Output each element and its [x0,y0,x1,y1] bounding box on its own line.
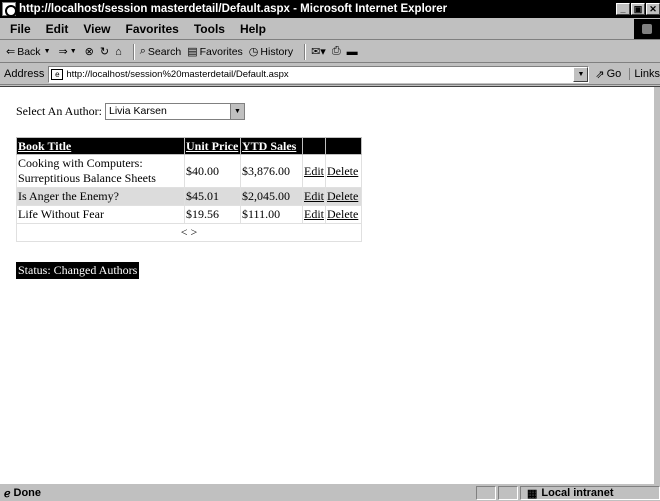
back-arrow-icon: ⇐ [6,46,16,58]
go-arrow-icon: ⇗ [595,68,605,81]
history-label: History [260,45,294,58]
standard-toolbar: ⇐ Back ▼ ⇒ ▼ ⊗ ↻ ⌂ ⌕ Search ▤ Favorites … [0,41,660,63]
header-ytd-sales[interactable]: YTD Sales [240,137,303,155]
table-header-row: Book Title Unit Price YTD Sales [16,137,362,155]
delete-link[interactable]: Delete [327,189,358,203]
delete-link[interactable]: Delete [327,164,358,178]
cell-sales: $3,876.00 [240,154,303,188]
window-controls: _ ▣ ✕ [616,3,660,15]
chevron-down-icon[interactable]: ▼ [573,66,589,82]
search-label: Search [147,45,182,58]
home-icon[interactable]: ⌂ [115,46,122,58]
page-icon: ℯ [4,487,11,500]
search-button[interactable]: ⌕ Search [140,45,181,58]
status-cell [476,486,496,500]
author-selected-value: Livia Karsen [109,105,167,117]
toolbar-separator [132,43,135,60]
address-input[interactable]: e http://localhost/session%20masterdetai… [48,65,590,83]
page-viewport: Select An Author: Livia Karsen ▼ Book Ti… [0,86,660,485]
maximize-button[interactable]: ▣ [631,3,645,15]
pager-row: < > [16,223,362,242]
author-select[interactable]: Livia Karsen ▼ [105,102,245,120]
close-button[interactable]: ✕ [646,3,660,15]
favorites-label: Favorites [199,45,243,58]
favorites-icon: ▤ [187,46,198,58]
chevron-down-icon[interactable]: ▼ [230,103,244,119]
header-book-title[interactable]: Book Title [16,137,185,155]
intranet-icon: ▦ [527,487,538,500]
table-row: Cooking with Computers: Surreptitious Ba… [16,154,362,188]
address-bar: Address e http://localhost/session%20mas… [0,64,660,85]
cell-price: $40.00 [184,154,241,188]
mail-icon[interactable]: ✉▾ [311,45,326,58]
status-label: Status: Changed Authors [16,262,140,279]
address-url: http://localhost/session%20masterdetail/… [66,68,289,80]
cell-title: Is Anger the Enemy? [16,187,185,206]
status-text: Done [13,487,42,499]
forward-button[interactable]: ⇒ ▼ [59,45,79,58]
author-row: Select An Author: Livia Karsen ▼ [16,101,245,121]
toolbar-separator [304,43,307,60]
header-delete [325,137,362,155]
edit-link[interactable]: Edit [304,189,324,203]
ie-icon [2,2,17,17]
menu-view[interactable]: View [83,22,110,36]
cell-sales: $2,045.00 [240,187,303,206]
history-button[interactable]: ◷ History [248,45,294,59]
books-table: Book Title Unit Price YTD Sales Cooking … [16,137,362,242]
page-icon: e [51,68,64,80]
address-label: Address [4,68,45,80]
zone-label: Local intranet [541,487,614,499]
cell-price: $19.56 [184,205,241,224]
favorites-button[interactable]: ▤ Favorites [187,45,243,59]
header-edit [302,137,326,155]
table-row: Life Without Fear $19.56 $111.00 Edit De… [16,205,362,224]
pager-prev-link[interactable]: < [181,225,188,239]
edit-page-icon[interactable]: ▬ [347,46,358,58]
menu-favorites[interactable]: Favorites [125,22,178,36]
back-label: Back [17,45,41,58]
chevron-down-icon: ▼ [69,48,77,55]
header-unit-price[interactable]: Unit Price [184,137,241,155]
menu-edit[interactable]: Edit [46,22,69,36]
author-label: Select An Author: [16,103,102,118]
vertical-scrollbar[interactable] [654,87,660,485]
forward-arrow-icon: ⇒ [58,46,68,58]
cell-title: Cooking with Computers: Surreptitious Ba… [16,154,185,188]
menu-help[interactable]: Help [240,22,266,36]
cell-title: Life Without Fear [16,205,185,224]
windows-logo-icon [634,19,660,39]
stop-icon[interactable]: ⊗ [85,45,94,58]
window-title: http://localhost/session masterdetail/De… [19,3,448,15]
delete-link[interactable]: Delete [327,207,358,221]
go-button[interactable]: ⇗ Go [595,68,621,81]
status-cell [498,486,518,500]
links-button[interactable]: Links [629,68,660,80]
go-label: Go [606,68,622,80]
menu-tools[interactable]: Tools [194,22,225,36]
security-zone: ▦ Local intranet [520,486,660,500]
table-row: Is Anger the Enemy? $45.01 $2,045.00 Edi… [16,187,362,206]
pager-cell: < > [16,223,362,242]
search-icon: ⌕ [139,45,146,57]
status-main: ℯ Done [0,487,476,500]
cell-price: $45.01 [184,187,241,206]
edit-link[interactable]: Edit [304,164,324,178]
pager-next-link[interactable]: > [191,225,198,239]
minimize-button[interactable]: _ [616,3,630,15]
status-bar: ℯ Done ▦ Local intranet [0,485,660,501]
menu-bar: File Edit View Favorites Tools Help [0,18,660,40]
history-icon: ◷ [248,46,259,58]
cell-sales: $111.00 [240,205,303,224]
chevron-down-icon: ▼ [43,48,51,55]
refresh-icon[interactable]: ↻ [100,45,109,58]
back-button[interactable]: ⇐ Back ▼ [6,45,53,59]
title-bar: http://localhost/session masterdetail/De… [0,0,660,18]
print-icon[interactable]: ⎙ [332,45,341,58]
page-content: Select An Author: Livia Karsen ▼ Book Ti… [16,101,362,279]
edit-link[interactable]: Edit [304,207,324,221]
menu-file[interactable]: File [10,22,31,36]
